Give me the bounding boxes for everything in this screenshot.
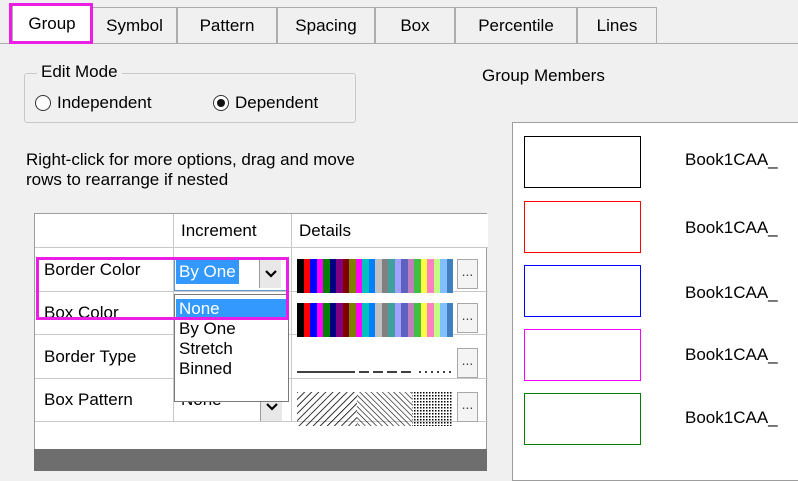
radio-circle-dependent xyxy=(213,95,229,111)
radio-label: Dependent xyxy=(235,93,319,112)
dropdown-option-binned[interactable]: Binned xyxy=(176,359,287,379)
more-button-border-type[interactable]: ... xyxy=(457,348,478,378)
tab-percentile[interactable]: Percentile xyxy=(455,7,577,44)
tab-label: Symbol xyxy=(106,16,163,35)
line-type-preview xyxy=(297,371,453,373)
tab-box[interactable]: Box xyxy=(375,7,455,44)
radio-independent[interactable]: Independent xyxy=(35,93,152,113)
member-swatch xyxy=(524,201,641,253)
hint-line-1: Right-click for more options, drag and m… xyxy=(26,150,355,169)
edit-mode-title: Edit Mode xyxy=(37,62,122,82)
column-header-details[interactable]: Details xyxy=(292,214,488,248)
group-members-label: Group Members xyxy=(482,66,605,85)
row-header-box-pattern[interactable]: Box Pattern xyxy=(35,379,174,422)
highlight-box-border-color xyxy=(36,257,289,320)
more-button-box-pattern[interactable]: ... xyxy=(457,392,478,422)
member-swatch xyxy=(524,329,641,381)
row-label: Border Type xyxy=(44,346,137,366)
radio-circle-independent xyxy=(35,95,51,111)
tab-label: Pattern xyxy=(199,16,255,35)
highlight-box-tab xyxy=(9,3,93,44)
radio-label: Independent xyxy=(57,93,152,112)
tab-pattern[interactable]: Pattern xyxy=(177,7,277,44)
tab-label: Spacing xyxy=(295,16,357,35)
palette-color-stripe xyxy=(446,259,453,293)
member-swatch xyxy=(524,265,641,317)
header-label: Increment xyxy=(181,220,257,240)
tab-label: Percentile xyxy=(478,16,554,35)
radio-dependent[interactable]: Dependent xyxy=(213,93,318,113)
dropdown-option-stretch[interactable]: Stretch xyxy=(176,339,287,359)
member-label: Book1CAA_ xyxy=(685,283,778,302)
pattern-swatch xyxy=(412,392,453,426)
tab-label: Lines xyxy=(596,16,638,35)
row-label: Box Pattern xyxy=(44,390,133,409)
palette-color-stripe xyxy=(446,303,453,337)
tab-symbol[interactable]: Symbol xyxy=(92,7,177,44)
dropdown-option-by-one[interactable]: By One xyxy=(176,319,287,339)
pattern-swatch xyxy=(357,392,412,426)
chevron-down-icon xyxy=(265,403,278,411)
pattern-preview xyxy=(297,392,453,426)
hint-line-2: rows to rearrange if nested xyxy=(26,170,229,189)
tab-spacing[interactable]: Spacing xyxy=(277,7,375,44)
more-button-box-color[interactable]: ... xyxy=(457,303,478,333)
grid-empty-area xyxy=(34,449,487,471)
more-button-border-color[interactable]: ... xyxy=(457,259,478,289)
pattern-swatch xyxy=(297,392,357,426)
header-label: Details xyxy=(299,220,351,240)
tab-label: Box xyxy=(400,16,430,35)
hint-text: Right-click for more options, drag and m… xyxy=(26,150,466,190)
color-palette-preview xyxy=(297,303,453,337)
grid-corner xyxy=(35,214,174,248)
member-swatch xyxy=(524,393,641,445)
member-label: Book1CAA_ xyxy=(685,345,778,364)
column-header-increment[interactable]: Increment xyxy=(174,214,292,248)
tab-baseline xyxy=(0,43,798,44)
member-label: Book1CAA_ xyxy=(685,218,778,237)
member-label: Book1CAA_ xyxy=(685,150,778,169)
color-palette-preview xyxy=(297,259,453,293)
member-label: Book1CAA_ xyxy=(685,408,778,427)
tab-strip: Group Symbol Pattern Spacing Box Percent… xyxy=(0,0,798,44)
tab-lines[interactable]: Lines xyxy=(577,7,657,44)
row-header-border-type[interactable]: Border Type xyxy=(35,335,174,379)
member-swatch xyxy=(524,136,641,188)
